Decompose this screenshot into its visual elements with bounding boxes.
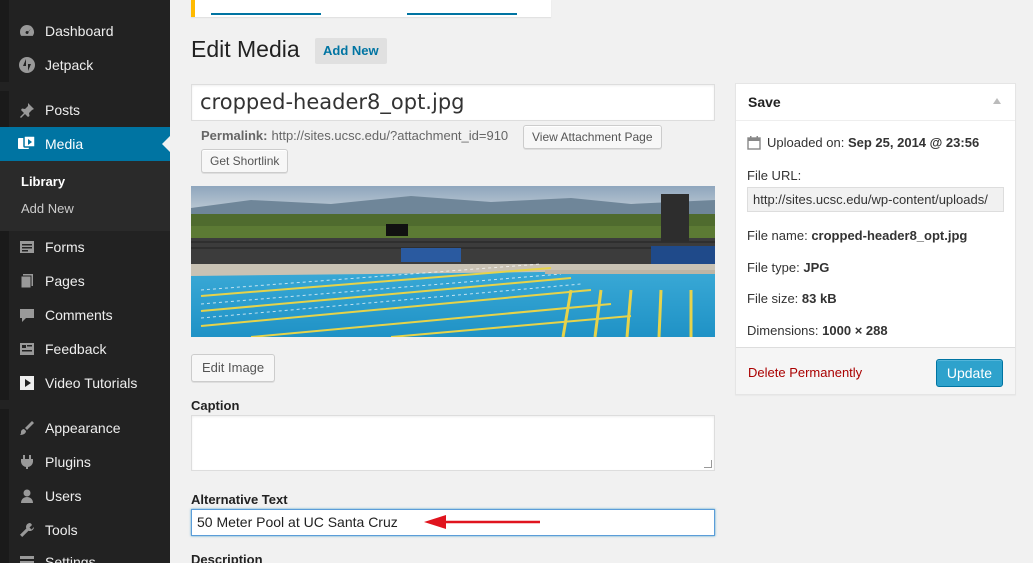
permalink: Permalink: http://sites.ucsc.edu/?attach… (201, 128, 508, 143)
file-type-label: File type: (747, 260, 800, 275)
comments-icon (17, 305, 37, 325)
sidebar-item-tools[interactable]: Tools (0, 513, 170, 547)
file-size-value: 83 kB (801, 291, 837, 306)
caption-label: Caption (191, 398, 240, 413)
sidebar-item-label: Settings (45, 554, 96, 563)
sidebar-item-jetpack[interactable]: Jetpack (0, 48, 170, 82)
media-preview-image (191, 186, 715, 337)
media-title-input[interactable]: cropped-header8_opt.jpg (191, 84, 715, 121)
permalink-url[interactable]: http://sites.ucsc.edu/?attachment_id=910 (271, 128, 508, 143)
sidebar-item-label: Dashboard (45, 23, 114, 39)
forms-icon (17, 237, 37, 257)
file-url-label: File URL: (747, 168, 802, 183)
dashboard-icon (17, 21, 37, 41)
uploaded-label: Uploaded on: (767, 135, 845, 150)
add-new-button[interactable]: Add New (315, 38, 387, 64)
sidebar-item-label: Users (45, 488, 82, 504)
file-url-field[interactable]: http://sites.ucsc.edu/wp-content/uploads… (747, 187, 1004, 212)
description-label: Description (191, 552, 263, 563)
resize-grip-icon[interactable] (704, 460, 712, 468)
edit-image-button[interactable]: Edit Image (191, 354, 276, 382)
dimensions-row: Dimensions: 1000 × 288 (747, 323, 888, 338)
media-submenu: Library Add New (0, 161, 170, 231)
uploaded-value: Sep 25, 2014 @ 23:56 (847, 135, 980, 150)
sidebar-item-plugins[interactable]: Plugins (0, 445, 170, 479)
submenu-item-library[interactable]: Library (21, 174, 65, 189)
get-shortlink-button[interactable]: Get Shortlink (201, 149, 289, 173)
file-name-value: cropped-header8_opt.jpg (811, 228, 968, 243)
file-name-label: File name: (747, 228, 808, 243)
uploaded-on-row: Uploaded on: Sep 25, 2014 @ 23:56 (747, 135, 979, 150)
collapse-arrow-icon[interactable] (993, 98, 1001, 104)
delete-permanently-link[interactable]: Delete Permanently (748, 365, 862, 380)
sidebar-item-feedback[interactable]: Feedback (0, 332, 170, 366)
calendar-icon (747, 135, 761, 150)
wrench-icon (17, 520, 37, 540)
sidebar-item-media[interactable]: Media (0, 127, 170, 161)
save-metabox-footer: Delete Permanently Update (736, 347, 1015, 394)
save-metabox-title: Save (748, 94, 781, 110)
sidebar-item-posts[interactable]: Posts (0, 93, 170, 127)
pin-icon (17, 100, 37, 120)
file-type-row: File type: JPG (747, 260, 829, 275)
admin-notice (191, 0, 551, 17)
current-menu-arrow (162, 136, 170, 152)
sidebar-item-label: Posts (45, 102, 81, 118)
sidebar-item-label: Feedback (45, 341, 107, 357)
pages-icon (17, 271, 37, 291)
sidebar-item-video-tutorials[interactable]: Video Tutorials (0, 366, 170, 400)
sidebar-item-label: Media (45, 136, 84, 152)
brush-icon (17, 418, 37, 438)
jetpack-icon (17, 55, 37, 75)
file-type-value: JPG (803, 260, 830, 275)
users-icon (17, 486, 37, 506)
sidebar-item-users[interactable]: Users (0, 479, 170, 513)
alt-text-label: Alternative Text (191, 492, 288, 507)
sidebar-item-pages[interactable]: Pages (0, 264, 170, 298)
sidebar-item-appearance[interactable]: Appearance (0, 411, 170, 445)
notice-link[interactable] (211, 13, 321, 15)
save-metabox-header[interactable]: Save (736, 84, 1015, 121)
annotation-arrow-icon (424, 515, 540, 529)
sidebar-item-forms[interactable]: Forms (0, 230, 170, 264)
notice-link[interactable] (407, 13, 517, 15)
admin-sidebar: Dashboard Jetpack Posts Media Library Ad… (0, 0, 170, 563)
sidebar-item-label: Plugins (45, 454, 91, 470)
permalink-label: Permalink: (201, 128, 268, 143)
sidebar-item-settings[interactable]: Settings (0, 545, 170, 563)
file-size-row: File size: 83 kB (747, 291, 837, 306)
sidebar-item-label: Video Tutorials (45, 375, 138, 391)
view-attachment-page-button[interactable]: View Attachment Page (523, 125, 662, 149)
sidebar-item-label: Jetpack (45, 57, 94, 73)
plugin-icon (17, 452, 37, 472)
sidebar-separator (0, 400, 170, 409)
sidebar-separator (0, 82, 170, 91)
sidebar-item-comments[interactable]: Comments (0, 298, 170, 332)
feedback-icon (17, 339, 37, 359)
file-size-label: File size: (747, 291, 799, 306)
sidebar-item-label: Pages (45, 273, 85, 289)
sidebar-item-label: Forms (45, 239, 85, 255)
settings-icon (17, 552, 37, 563)
caption-textarea[interactable] (191, 415, 715, 471)
sidebar-item-label: Comments (45, 307, 113, 323)
submenu-item-add-new[interactable]: Add New (21, 201, 74, 216)
save-metabox: Save Uploaded on: Sep 25, 2014 @ 23:56 F… (735, 83, 1016, 395)
page-title: Edit Media (191, 36, 300, 62)
sidebar-item-dashboard[interactable]: Dashboard (0, 14, 170, 48)
update-button[interactable]: Update (935, 359, 1003, 387)
sidebar-item-label: Appearance (45, 420, 121, 436)
file-name-row: File name: cropped-header8_opt.jpg (747, 228, 967, 243)
video-icon (17, 373, 37, 393)
sidebar-item-label: Tools (45, 522, 78, 538)
dimensions-value: 1000 × 288 (822, 323, 888, 338)
media-icon (17, 134, 37, 154)
dimensions-label: Dimensions: (747, 323, 819, 338)
